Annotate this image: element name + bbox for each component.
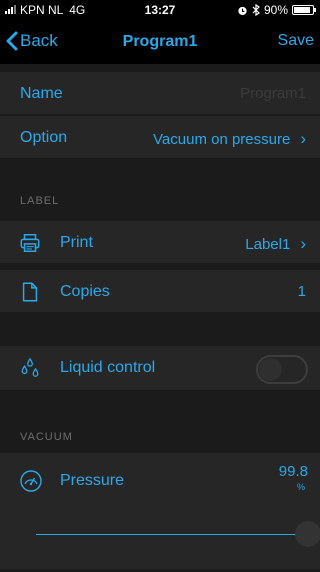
option-value-group: Vacuum on pressure ›	[153, 129, 306, 149]
pressure-unit: %	[296, 482, 305, 492]
drops-icon	[21, 357, 39, 377]
liquid-control-row: Liquid control	[0, 346, 320, 391]
name-field[interactable]: Program1	[240, 85, 306, 102]
status-bar: KPN NL 4G 13:27 90%	[0, 0, 320, 20]
page-title: Program1	[122, 33, 198, 50]
pressure-label: Pressure	[60, 472, 125, 489]
pressure-value: 99.8	[278, 463, 308, 480]
chevron-right-icon: ›	[300, 129, 306, 148]
print-value: Label1	[245, 235, 291, 253]
name-label: Name	[20, 85, 63, 102]
battery-percent: 90%	[263, 3, 288, 17]
option-label: Option	[20, 129, 68, 146]
option-row[interactable]: Option Vacuum on pressure ›	[0, 116, 320, 159]
copies-label: Copies	[60, 283, 110, 300]
liquid-control-label: Liquid control	[60, 359, 156, 376]
status-right: 90%	[237, 3, 316, 17]
navigation-bar: Back Program1 Save	[0, 20, 320, 64]
bluetooth-icon	[252, 4, 260, 16]
pressure-slider-track[interactable]	[36, 534, 306, 535]
print-row[interactable]: Print Label1 ›	[0, 221, 320, 264]
document-icon	[22, 282, 38, 302]
label-section-title: LABEL	[20, 195, 60, 207]
vacuum-section-header: VACUUM	[0, 391, 320, 453]
battery-icon	[292, 5, 316, 15]
alarm-icon	[238, 6, 247, 15]
section-spacer	[0, 314, 320, 346]
name-row[interactable]: Name Program1	[0, 72, 320, 115]
label-section-header: LABEL	[0, 170, 320, 217]
option-value: Vacuum on pressure	[153, 130, 291, 148]
toggle-knob	[259, 358, 282, 381]
liquid-control-toggle[interactable]	[256, 355, 308, 384]
copies-value[interactable]: 1	[298, 283, 306, 300]
pressure-row: Pressure 99.8 %	[0, 453, 320, 569]
vacuum-section-title: VACUUM	[20, 431, 73, 443]
print-value-group: Label1 ›	[245, 234, 306, 254]
chevron-right-icon: ›	[300, 234, 306, 253]
pressure-slider-thumb[interactable]	[295, 521, 320, 547]
copies-row[interactable]: Copies 1	[0, 270, 320, 313]
save-button[interactable]: Save	[278, 32, 314, 50]
gauge-icon	[20, 470, 42, 492]
printer-icon	[20, 234, 40, 252]
print-label: Print	[60, 234, 93, 251]
